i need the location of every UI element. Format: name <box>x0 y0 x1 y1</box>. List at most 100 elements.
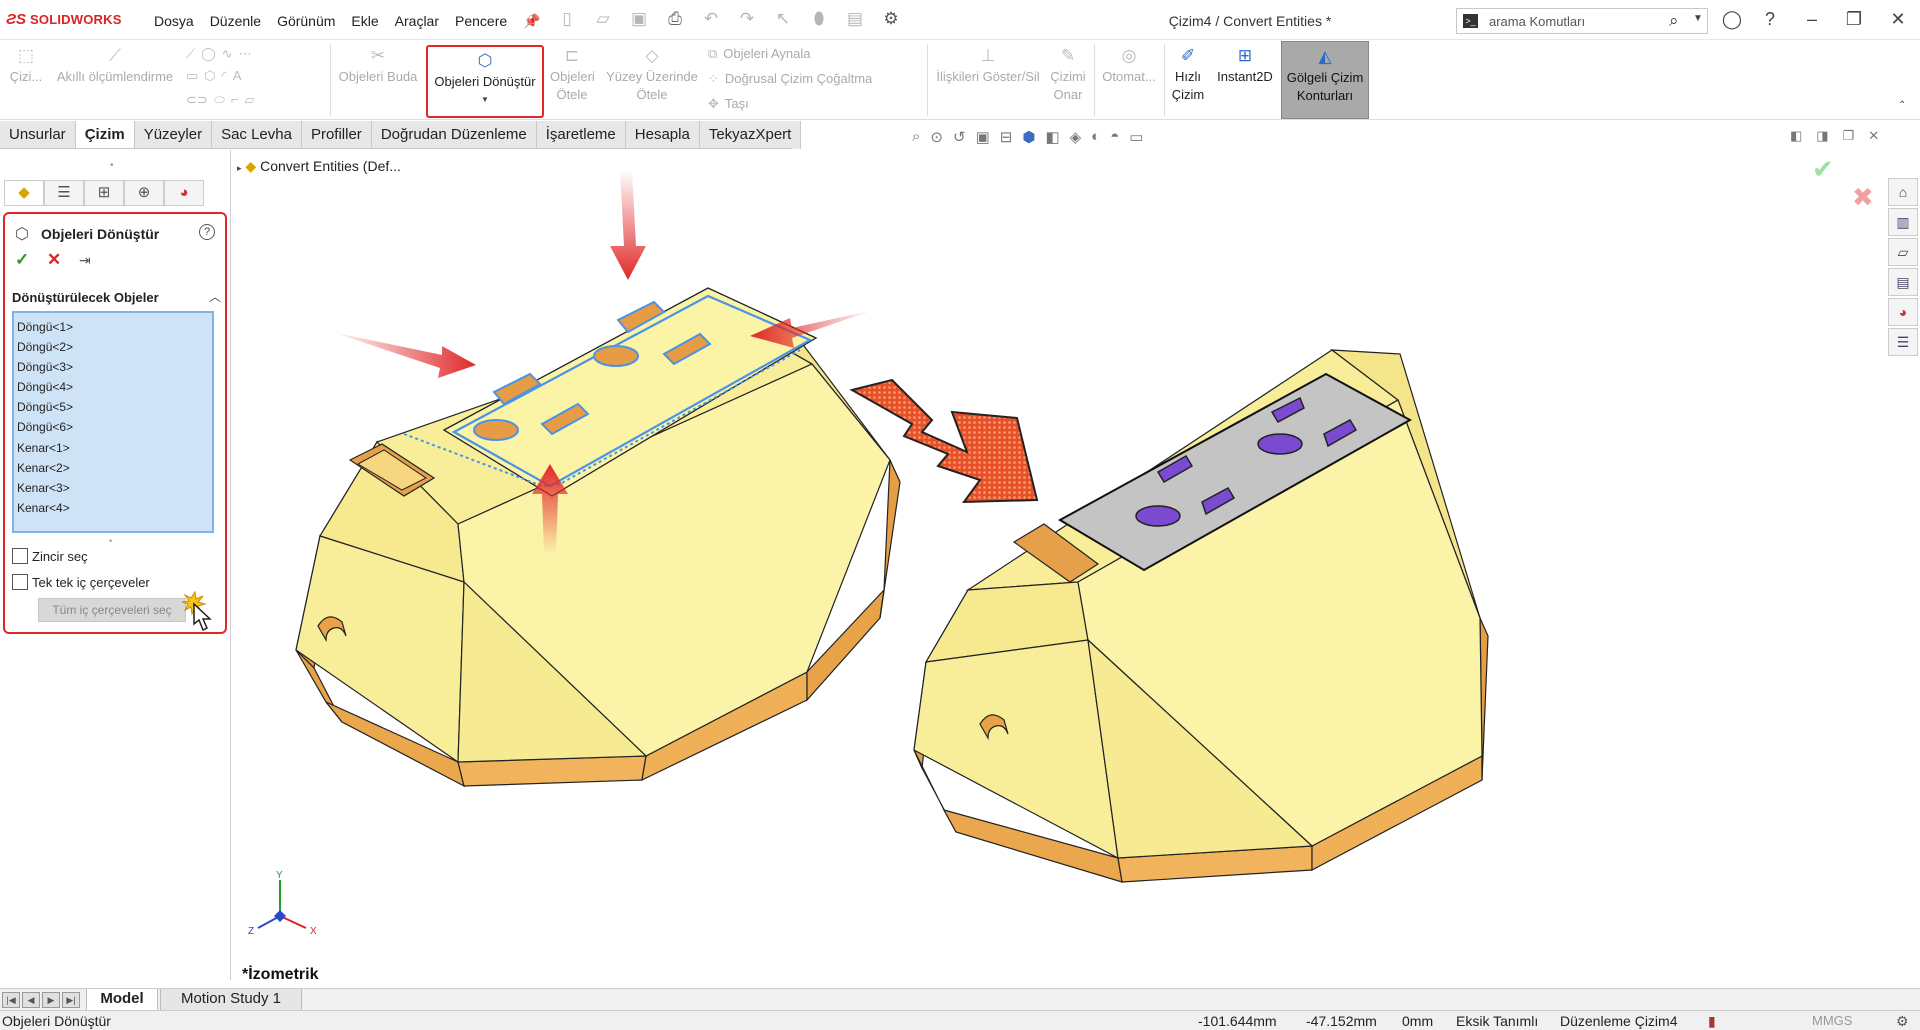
offset-entities-button[interactable]: ⊏ Objeleri Ötele <box>550 46 595 104</box>
select-icon[interactable]: ↖ <box>772 8 794 30</box>
tab-evaluate[interactable]: Hesapla <box>625 121 700 149</box>
edit-appearance-icon[interactable]: ◐ <box>1091 128 1100 146</box>
tab-sketch[interactable]: Çizim <box>75 121 135 149</box>
prev-tab-icon[interactable]: ◀ <box>22 992 40 1008</box>
design-library-icon[interactable]: ▥ <box>1888 208 1918 236</box>
line-tools-row[interactable]: ⟋ ◯ ∿ ⋯ <box>186 46 258 62</box>
zoom-to-area-icon[interactable]: ⊙ <box>930 128 943 146</box>
file-properties-icon[interactable]: ▤ <box>844 8 866 30</box>
status-units[interactable]: MMGS <box>1812 1013 1852 1028</box>
undo-icon[interactable]: ↶ <box>700 8 722 30</box>
part-before[interactable] <box>295 287 901 788</box>
home-icon[interactable]: ⌂ <box>1888 178 1918 206</box>
configuration-manager-icon[interactable]: ⊞ <box>84 180 124 206</box>
hide-show-icon[interactable]: ◈ <box>1070 128 1082 146</box>
list-item[interactable]: Döngü<5> <box>17 397 209 417</box>
rect-tools-row[interactable]: ▭ ⬡ ◜ A <box>186 68 247 84</box>
display-manager-icon[interactable]: ◕ <box>164 180 204 206</box>
move-entities-button[interactable]: ✥ Taşı <box>708 96 749 112</box>
menu-tools[interactable]: Araçlar <box>387 13 447 30</box>
chevron-up-icon[interactable]: ⌃ <box>1898 100 1906 111</box>
help-icon[interactable]: ? <box>199 224 215 240</box>
list-resize-handle[interactable]: • <box>109 536 112 546</box>
restore-icon[interactable]: ❐ <box>1842 9 1866 30</box>
chain-select-checkbox[interactable] <box>12 548 28 564</box>
new-document-icon[interactable]: ▯ <box>556 8 578 30</box>
section-view-icon[interactable]: ▣ <box>976 128 990 146</box>
repair-sketch-button[interactable]: ✎ Çizimi Onar <box>1046 46 1090 104</box>
view-palette-icon[interactable]: ▤ <box>1888 268 1918 296</box>
help-icon[interactable]: ? <box>1758 9 1782 30</box>
graphics-area[interactable] <box>232 150 1920 980</box>
collapse-chevron-icon[interactable]: ︿ <box>209 288 221 305</box>
command-search[interactable]: >_ arama Komutları ⌕ ▼ <box>1456 8 1708 34</box>
file-explorer-icon[interactable]: ▱ <box>1888 238 1918 266</box>
custom-properties-icon[interactable]: ☰ <box>1888 328 1918 356</box>
feature-tree-node[interactable]: ▸ ◆ Convert Entities (Def... <box>237 158 401 175</box>
solidworks-logo[interactable]: ƧS SOLIDWORKS <box>6 11 122 28</box>
property-manager-icon[interactable]: ☰ <box>44 180 84 206</box>
trim-entities-button[interactable]: ✂ Objeleri Buda <box>336 46 420 86</box>
menu-file[interactable]: Dosya <box>146 13 202 30</box>
dynamic-annotation-icon[interactable]: ⊟ <box>1000 128 1013 146</box>
display-style-icon[interactable]: ◧ <box>1045 128 1059 146</box>
rebuild-status-icon[interactable]: ▮ <box>1708 1013 1716 1030</box>
zoom-to-fit-icon[interactable]: ⌕ <box>912 128 920 146</box>
auto-button[interactable]: ◎ Otomat... <box>1098 46 1160 86</box>
menu-view[interactable]: Görünüm <box>269 13 343 30</box>
close-view-icon[interactable]: ✕ <box>1868 128 1879 144</box>
list-item[interactable]: Döngü<1> <box>17 317 209 337</box>
list-item[interactable]: Döngü<4> <box>17 377 209 397</box>
restore-view-icon[interactable]: ❐ <box>1843 128 1855 144</box>
tile-left-icon[interactable]: ◧ <box>1790 128 1802 144</box>
tab-motion-study[interactable]: Motion Study 1 <box>160 989 302 1011</box>
selection-list[interactable]: Döngü<1> Döngü<2> Döngü<3> Döngü<4> Döng… <box>12 311 214 533</box>
ok-check-icon[interactable]: ✓ <box>15 250 29 270</box>
cancel-x-icon[interactable]: ✕ <box>47 250 61 270</box>
rapid-sketch-button[interactable]: ✐ Hızlı Çizim <box>1168 46 1208 104</box>
select-all-inner-loops-button[interactable]: Tüm iç çerçeveleri seç <box>38 598 186 622</box>
sketch-button[interactable]: ⬚ Çizi... <box>6 46 46 86</box>
mirror-entities-button[interactable]: ⧉ Objeleri Aynala <box>708 46 811 62</box>
list-item[interactable]: Kenar<4> <box>17 498 209 518</box>
confirm-cancel-icon[interactable]: ✖ <box>1852 182 1874 213</box>
close-icon[interactable]: ✕ <box>1886 9 1910 30</box>
rebuild-icon[interactable]: ⬮ <box>808 8 830 30</box>
list-item[interactable]: Kenar<1> <box>17 438 209 458</box>
tab-profiles[interactable]: Profiller <box>301 121 372 149</box>
dimxpert-manager-icon[interactable]: ⊕ <box>124 180 164 206</box>
display-relations-button[interactable]: ⊥ İlişkileri Göster/Sil <box>932 46 1044 86</box>
first-tab-icon[interactable]: |◀ <box>2 992 20 1008</box>
tile-right-icon[interactable]: ◨ <box>1816 128 1828 144</box>
confirm-ok-icon[interactable]: ✔ <box>1812 154 1834 185</box>
linear-pattern-button[interactable]: ⁘ Doğrusal Çizim Çoğaltma <box>708 71 872 87</box>
view-settings-icon[interactable]: ▭ <box>1129 128 1143 146</box>
pushpin-icon[interactable]: ⇥ <box>79 252 91 269</box>
menu-window[interactable]: Pencere <box>447 13 515 30</box>
smart-dimension-button[interactable]: ⟋ Akıllı ölçümlendirme <box>50 46 180 86</box>
convert-entities-button[interactable]: ⬡ Objeleri Dönüştür ▼ <box>426 45 544 118</box>
open-icon[interactable]: ▱ <box>592 8 614 30</box>
save-icon[interactable]: ▣ <box>628 8 650 30</box>
list-item[interactable]: Kenar<3> <box>17 478 209 498</box>
tab-sheet-metal[interactable]: Sac Levha <box>212 121 302 149</box>
home-icon[interactable]: ⌂ <box>520 8 542 30</box>
list-item[interactable]: Döngü<3> <box>17 357 209 377</box>
tab-markup[interactable]: İşaretleme <box>536 121 626 149</box>
apply-scene-icon[interactable]: ◓ <box>1110 128 1119 146</box>
splitter-handle[interactable]: • <box>110 160 114 171</box>
feature-manager-icon[interactable]: ◆ <box>4 180 44 206</box>
user-account-icon[interactable]: ◯ <box>1720 9 1744 30</box>
tab-direct-editing[interactable]: Doğrudan Düzenleme <box>371 121 537 149</box>
tab-features[interactable]: Unsurlar <box>0 121 76 149</box>
minimize-icon[interactable]: – <box>1800 9 1824 30</box>
redo-icon[interactable]: ↷ <box>736 8 758 30</box>
menu-insert[interactable]: Ekle <box>343 13 386 30</box>
tab-surfaces[interactable]: Yüzeyler <box>134 121 213 149</box>
list-item[interactable]: Döngü<2> <box>17 337 209 357</box>
list-item[interactable]: Döngü<6> <box>17 417 209 437</box>
options-gear-icon[interactable]: ⚙ <box>880 8 902 30</box>
previous-view-icon[interactable]: ↺ <box>953 128 966 146</box>
customize-icon[interactable]: ⚙ <box>1896 1013 1909 1030</box>
expand-arrow-icon[interactable]: ▸ <box>237 163 242 173</box>
